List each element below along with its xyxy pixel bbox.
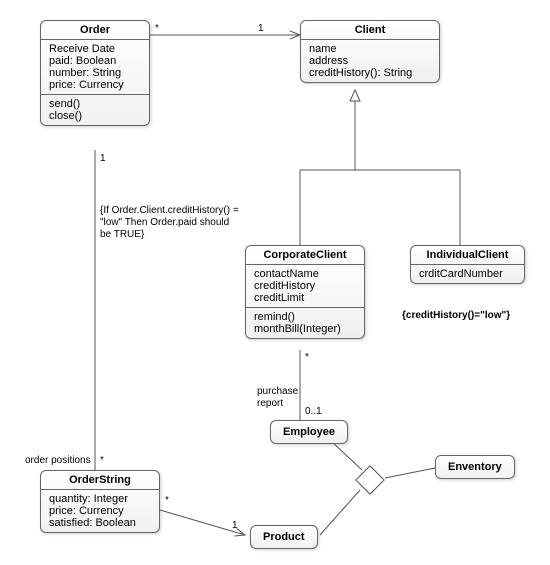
- attr: contactName: [254, 268, 356, 280]
- class-orderstring: OrderString quantity: Integer price: Cur…: [40, 470, 160, 533]
- mult-orderstring-product-right: 1: [232, 520, 238, 531]
- class-orderstring-attrs: quantity: Integer price: Currency satisf…: [41, 490, 159, 532]
- class-order-title: Order: [41, 21, 149, 40]
- op: close(): [49, 110, 141, 122]
- class-product: Product: [250, 525, 318, 549]
- class-client-attrs: name address creditHistory(): String: [301, 40, 439, 82]
- mult-order-client-left: *: [155, 23, 159, 34]
- label-purchase-report: purchase report: [257, 386, 298, 410]
- class-order-attrs: Receive Date paid: Boolean number: Strin…: [41, 40, 149, 95]
- class-order-ops: send() close(): [41, 95, 149, 125]
- mult-order-orderstring-bottom: *: [100, 455, 104, 466]
- attr: crditCardNumber: [419, 268, 516, 280]
- class-orderstring-title: OrderString: [41, 471, 159, 490]
- op: remind(): [254, 311, 356, 323]
- mult-orderstring-product-left: *: [165, 495, 169, 506]
- attr: number: String: [49, 67, 141, 79]
- attr: quantity: Integer: [49, 493, 151, 505]
- attr: creditLimit: [254, 292, 356, 304]
- class-employee: Employee: [270, 420, 348, 444]
- class-corporateclient-attrs: contactName creditHistory creditLimit: [246, 265, 364, 308]
- mult-corp-emp-bottom: 0..1: [305, 406, 322, 417]
- attr: name: [309, 43, 431, 55]
- attr: creditHistory: [254, 280, 356, 292]
- class-individualclient-attrs: crditCardNumber: [411, 265, 524, 283]
- mult-order-orderstring-top: 1: [100, 153, 106, 164]
- attr: address: [309, 55, 431, 67]
- attr: price: Currency: [49, 505, 151, 517]
- constraint-order-note: {If Order.Client.creditHistory() = "low"…: [100, 205, 240, 241]
- op: send(): [49, 98, 141, 110]
- class-individualclient: IndividualClient crditCardNumber: [410, 245, 525, 284]
- attr: price: Currency: [49, 79, 141, 91]
- class-corporateclient: CorporateClient contactName creditHistor…: [245, 245, 365, 339]
- attr: Receive Date: [49, 43, 141, 55]
- class-enventory: Enventory: [435, 455, 515, 479]
- class-corporateclient-title: CorporateClient: [246, 246, 364, 265]
- class-client: Client name address creditHistory(): Str…: [300, 20, 440, 83]
- constraint-credit-history: {creditHistory()="low"}: [402, 310, 510, 322]
- attr: creditHistory(): String: [309, 67, 431, 79]
- label-order-positions: order positions: [25, 455, 91, 467]
- mult-order-client-right: 1: [258, 23, 264, 34]
- class-corporateclient-ops: remind() monthBill(Integer): [246, 308, 364, 338]
- class-order: Order Receive Date paid: Boolean number:…: [40, 20, 150, 126]
- class-client-title: Client: [301, 21, 439, 40]
- op: monthBill(Integer): [254, 323, 356, 335]
- attr: satisfied: Boolean: [49, 517, 151, 529]
- mult-corp-emp-top: *: [305, 352, 309, 363]
- class-individualclient-title: IndividualClient: [411, 246, 524, 265]
- attr: paid: Boolean: [49, 55, 141, 67]
